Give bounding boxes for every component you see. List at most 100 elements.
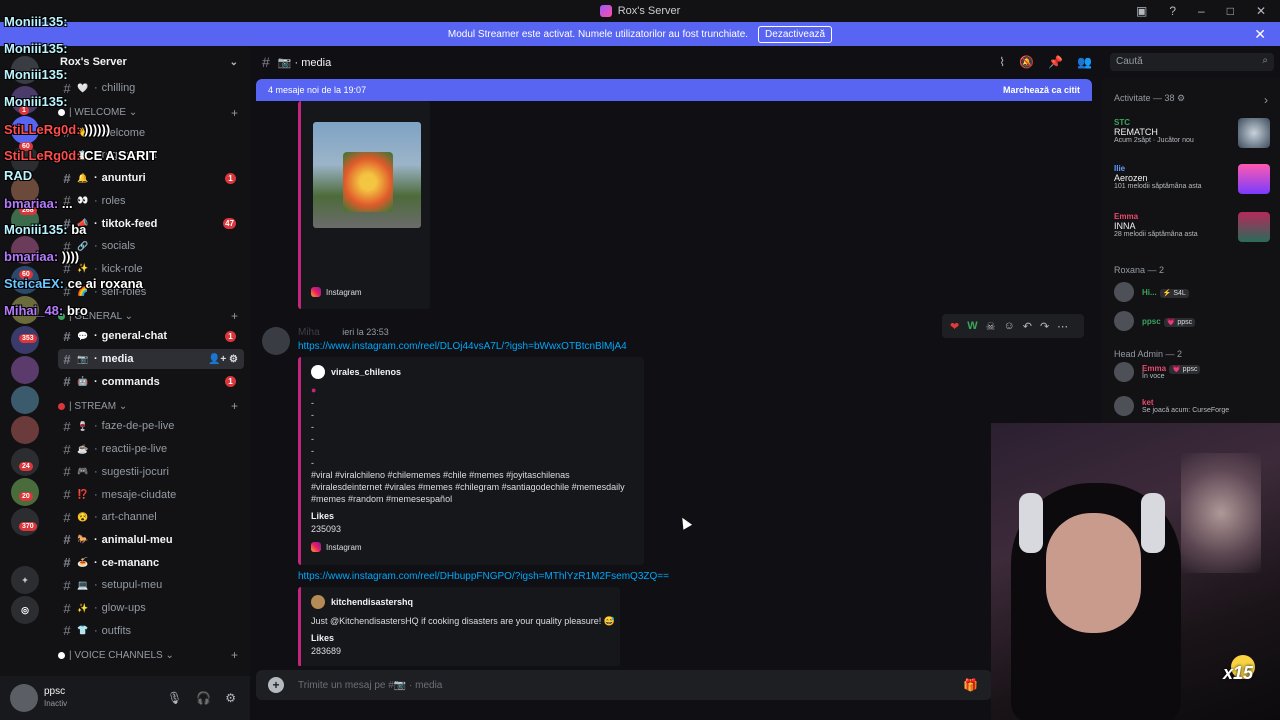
channel-item-mesaje-ciudate[interactable]: # ⁉️ · mesaje-ciudate	[58, 485, 244, 505]
member-item[interactable]: Emma 💗 ppsc În voce	[1114, 361, 1274, 383]
reply-icon[interactable]: ↶	[1023, 320, 1032, 333]
overlay-username: SteicaEX:	[4, 276, 64, 291]
overlay-message: ...	[58, 196, 73, 211]
server-icon[interactable]	[11, 416, 39, 444]
avatar[interactable]	[10, 684, 38, 712]
add-channel-icon[interactable]: +	[231, 309, 238, 323]
activity-card[interactable]: Ilie Aerozen 101 melodii săptămâna asta	[1114, 164, 1274, 194]
server-header[interactable]: Rox's Server ⌄	[50, 54, 250, 70]
channel-category[interactable]: | VOICE CHANNELS ⌄ +	[58, 647, 244, 663]
overlay-chat-line: RAD	[4, 168, 32, 183]
channel-item-animalul-meu[interactable]: # 🐎 · animalul-meu	[58, 530, 244, 550]
pin-icon[interactable]: 📌	[1048, 55, 1063, 69]
avatar[interactable]	[262, 327, 290, 355]
search-input[interactable]: Caută ⌕	[1110, 53, 1274, 71]
separator-dot: ·	[94, 420, 98, 433]
attach-plus-icon[interactable]: +	[268, 677, 284, 693]
microphone-icon[interactable]: 🎙	[167, 691, 182, 705]
hash-icon: #	[63, 351, 71, 367]
help-icon[interactable]: ?	[1169, 4, 1176, 18]
hash-icon: #	[63, 623, 71, 639]
channel-item-ce-mananc[interactable]: # 🍝 · ce-mananc	[58, 553, 244, 573]
chevron-right-icon[interactable]: ›	[1264, 93, 1268, 107]
separator-dot: ·	[94, 579, 98, 592]
channel-item-reactii-pe-live[interactable]: # ☕ · reactii-pe-live	[58, 439, 244, 459]
account-name[interactable]: virales_chilenos	[331, 367, 401, 377]
hash-icon: #	[63, 464, 71, 480]
channel-item-roles[interactable]: # 👀 · roles	[58, 191, 244, 211]
mute-bell-icon[interactable]: 🔕	[1019, 55, 1034, 69]
more-options-icon[interactable]: ⋯	[1057, 320, 1068, 333]
add-reaction-icon[interactable]: ☺	[1003, 320, 1014, 332]
channel-item-outfits[interactable]: # 👕 · outfits	[58, 621, 244, 641]
user-panel: ppsc Inactiv 🎙 🎧 ⚙	[0, 676, 250, 720]
skull-reaction-icon[interactable]: ☠	[986, 320, 996, 333]
hash-icon: #	[63, 441, 71, 457]
close-window-button[interactable]: ✕	[1256, 4, 1266, 18]
maximize-button[interactable]: □	[1227, 4, 1234, 18]
message-link[interactable]: https://www.instagram.com/reel/DHbuppFNG…	[298, 571, 669, 582]
settings-gear-icon[interactable]: ⚙	[225, 691, 236, 705]
channel-item-anunturi[interactable]: # 🔔 · anunturi 1	[58, 168, 244, 188]
heart-reaction-icon[interactable]: ❤	[950, 320, 959, 333]
headphones-icon[interactable]: 🎧	[196, 691, 211, 705]
settings-gear-icon[interactable]: ⚙	[1177, 93, 1185, 103]
members-icon[interactable]: 👥	[1077, 55, 1092, 69]
embed-text: Just @KitchendisastersHQ if cooking disa…	[311, 616, 615, 626]
channel-item-media[interactable]: # 📷 · media 👤+ ⚙	[58, 349, 244, 369]
add-channel-icon[interactable]: +	[231, 399, 238, 413]
dash-line: -	[311, 446, 314, 456]
hash-icon: #	[63, 532, 71, 548]
forward-icon[interactable]: ↷	[1040, 320, 1049, 333]
channel-item-socials[interactable]: # 🔗 · socials	[58, 236, 244, 256]
account-name[interactable]: kitchendisastershq	[331, 597, 413, 607]
add-channel-icon[interactable]: +	[231, 648, 238, 662]
threads-icon[interactable]: ⌇	[999, 55, 1005, 69]
hashtags-line: #viral #viralchileno #chilememes #chile …	[311, 470, 570, 480]
w-reaction-icon[interactable]: W	[967, 320, 977, 332]
member-item[interactable]: ppsc 💗 ppsc	[1114, 310, 1274, 332]
close-banner-icon[interactable]: ✕	[1254, 26, 1266, 43]
message-link[interactable]: https://www.instagram.com/reel/DLOj44vsA…	[298, 341, 627, 352]
message-area: Instagram ❤ W ☠ ☺ ↶ ↷ ⋯ Miha ieri la 23:…	[250, 101, 1102, 666]
gift-icon[interactable]: 🎁	[963, 678, 978, 692]
message-input[interactable]: + Trimite un mesaj pe #📷 · media 🎁	[256, 670, 992, 700]
embed-author: kitchendisastershq	[311, 595, 413, 609]
channel-category[interactable]: | WELCOME ⌄ +	[58, 105, 244, 121]
channel-item-commands[interactable]: # 🤖 · commands 1	[58, 372, 244, 392]
channel-item-art-channel[interactable]: # 😵 · art-channel	[58, 507, 244, 527]
member-item[interactable]: Hi... ⚡ S4L	[1114, 281, 1274, 303]
new-messages-bar[interactable]: 4 mesaje noi de la 19:07 Marchează ca ci…	[256, 79, 1092, 101]
channel-item-glow-ups[interactable]: # ✨ · glow-ups	[58, 598, 244, 618]
activity-card[interactable]: STC REMATCH Acum 2săpt · Jucător nou	[1114, 118, 1274, 148]
member-item[interactable]: ket Se joacă acum: CurseForge	[1114, 395, 1274, 417]
add-server-icon[interactable]: +	[11, 566, 39, 594]
video-thumbnail[interactable]	[313, 122, 421, 228]
author-name[interactable]: Miha	[298, 327, 320, 338]
explore-icon[interactable]: ◎	[11, 596, 39, 624]
server-icon[interactable]	[11, 386, 39, 414]
add-channel-icon[interactable]: +	[231, 106, 238, 120]
category-dot-icon	[58, 109, 65, 117]
chevron-down-icon[interactable]: ⌄	[230, 57, 238, 68]
overlay-username: RAD	[4, 168, 33, 183]
separator-dot: ·	[94, 533, 98, 546]
overlay-username: Moniii135:	[4, 94, 68, 109]
channel-item-general-chat[interactable]: # 💬 · general-chat 1	[58, 326, 244, 346]
channel-item-sugestii-jocuri[interactable]: # 🎮 · sugestii-jocuri	[58, 462, 244, 482]
channel-item-chilling[interactable]: # 🤍 · chilling	[58, 78, 244, 98]
member-status: Se joacă acum: CurseForge	[1142, 407, 1230, 414]
channel-item-faze-de-pe-live[interactable]: # 🍷 · faze-de-pe-live	[58, 416, 244, 436]
channel-category[interactable]: | STREAM ⌄ +	[58, 398, 244, 414]
activity-card[interactable]: Emma INNA 28 melodii săptămâna asta	[1114, 212, 1274, 242]
instagram-icon	[311, 287, 321, 297]
channel-item-setupul-meu[interactable]: # 💻 · setupul-meu	[58, 575, 244, 595]
minimize-button[interactable]: –	[1198, 4, 1205, 18]
category-name: | STREAM ⌄	[69, 400, 128, 412]
disable-streamer-button[interactable]: Dezactivează	[758, 25, 833, 43]
mark-as-read-button[interactable]: Marchează ca citit	[1003, 85, 1080, 95]
member-info: Hi... ⚡ S4L	[1142, 288, 1189, 298]
inbox-icon[interactable]: ▣	[1136, 4, 1147, 18]
server-icon[interactable]	[11, 356, 39, 384]
channel-settings-icon[interactable]: 👤+ ⚙	[208, 354, 238, 365]
